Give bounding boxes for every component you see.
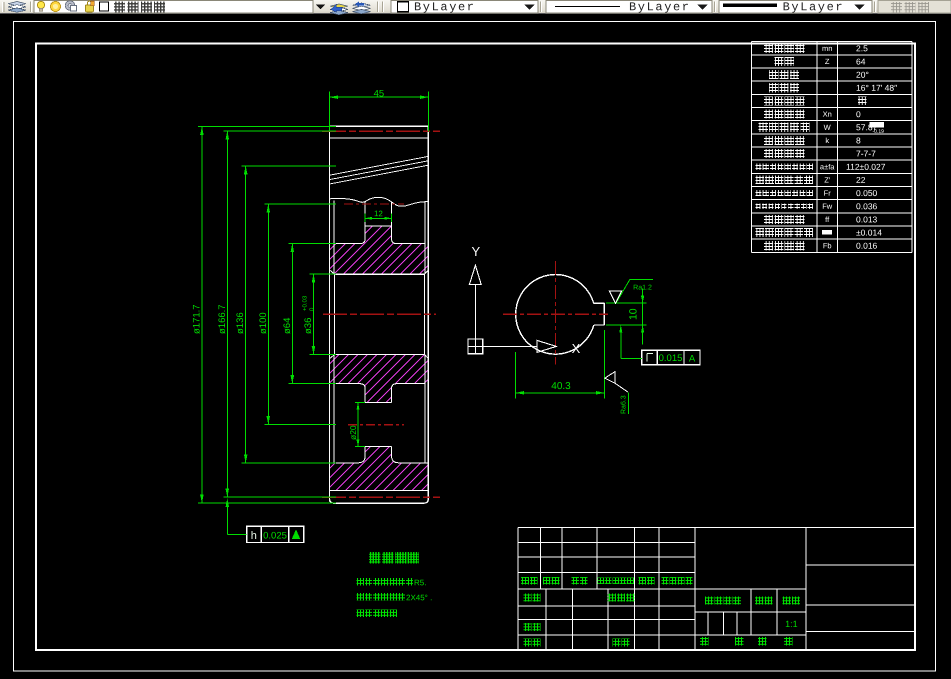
svg-text:Ra1.2: Ra1.2 [633,284,652,291]
svg-text:k: k [825,136,829,145]
svg-text:0.036: 0.036 [856,201,878,211]
svg-text:12: 12 [374,209,383,218]
svg-text:Ra6.3: Ra6.3 [621,395,628,414]
svg-text:64: 64 [856,56,866,66]
svg-text:ø36: ø36 [303,318,314,334]
svg-text:A: A [689,353,696,364]
svg-text:ByLayer: ByLayer [629,0,691,14]
svg-text:Z: Z [825,57,830,66]
svg-text:0.016: 0.016 [856,241,878,251]
svg-text:ø136: ø136 [235,312,246,334]
svg-text:mn: mn [822,44,832,53]
svg-text:0.015: 0.015 [659,353,683,364]
svg-text:Fb: Fb [823,241,832,250]
svg-text:40.3: 40.3 [551,381,571,392]
svg-text:ø64: ø64 [282,318,293,334]
svg-text:8: 8 [856,135,861,145]
svg-text:22: 22 [856,175,866,185]
svg-text:112±0.027: 112±0.027 [846,162,886,172]
svg-text:ByLayer: ByLayer [783,0,845,14]
svg-text:W: W [824,123,832,132]
svg-text:0: 0 [856,109,861,119]
svg-text:20°: 20° [856,70,869,80]
svg-text:a±fa: a±fa [820,162,835,171]
svg-text:0.050: 0.050 [856,188,878,198]
svg-text:ø100: ø100 [258,312,269,334]
svg-text:-0.19: -0.19 [872,129,884,135]
svg-text:1:1: 1:1 [785,619,798,629]
svg-text:10: 10 [628,308,640,320]
svg-text:h: h [251,530,257,542]
svg-text:Y: Y [471,244,480,259]
svg-text:+0.03: +0.03 [302,295,309,311]
svg-text:45: 45 [374,88,385,99]
svg-text:7-7-7: 7-7-7 [856,149,876,159]
svg-text:16° 17′ 48′′: 16° 17′ 48′′ [856,83,898,93]
svg-text:ø20: ø20 [348,425,358,440]
svg-text:Z′: Z′ [824,175,831,184]
svg-text:ByLayer: ByLayer [414,0,476,14]
svg-text:±0.014: ±0.014 [856,228,882,238]
svg-text:ø166.7: ø166.7 [217,304,228,334]
svg-text:0.013: 0.013 [856,214,878,224]
svg-text:ø171.7: ø171.7 [191,304,202,334]
svg-text:2X45° .: 2X45° . [406,593,432,602]
svg-text:Fw: Fw [822,202,833,211]
svg-text:R5.: R5. [414,578,426,587]
svg-text:Fr: Fr [824,189,832,198]
svg-text:X: X [572,341,581,356]
svg-text:0.025: 0.025 [263,530,287,541]
svg-text:2.5: 2.5 [856,43,868,53]
svg-text:Xn: Xn [823,110,832,119]
